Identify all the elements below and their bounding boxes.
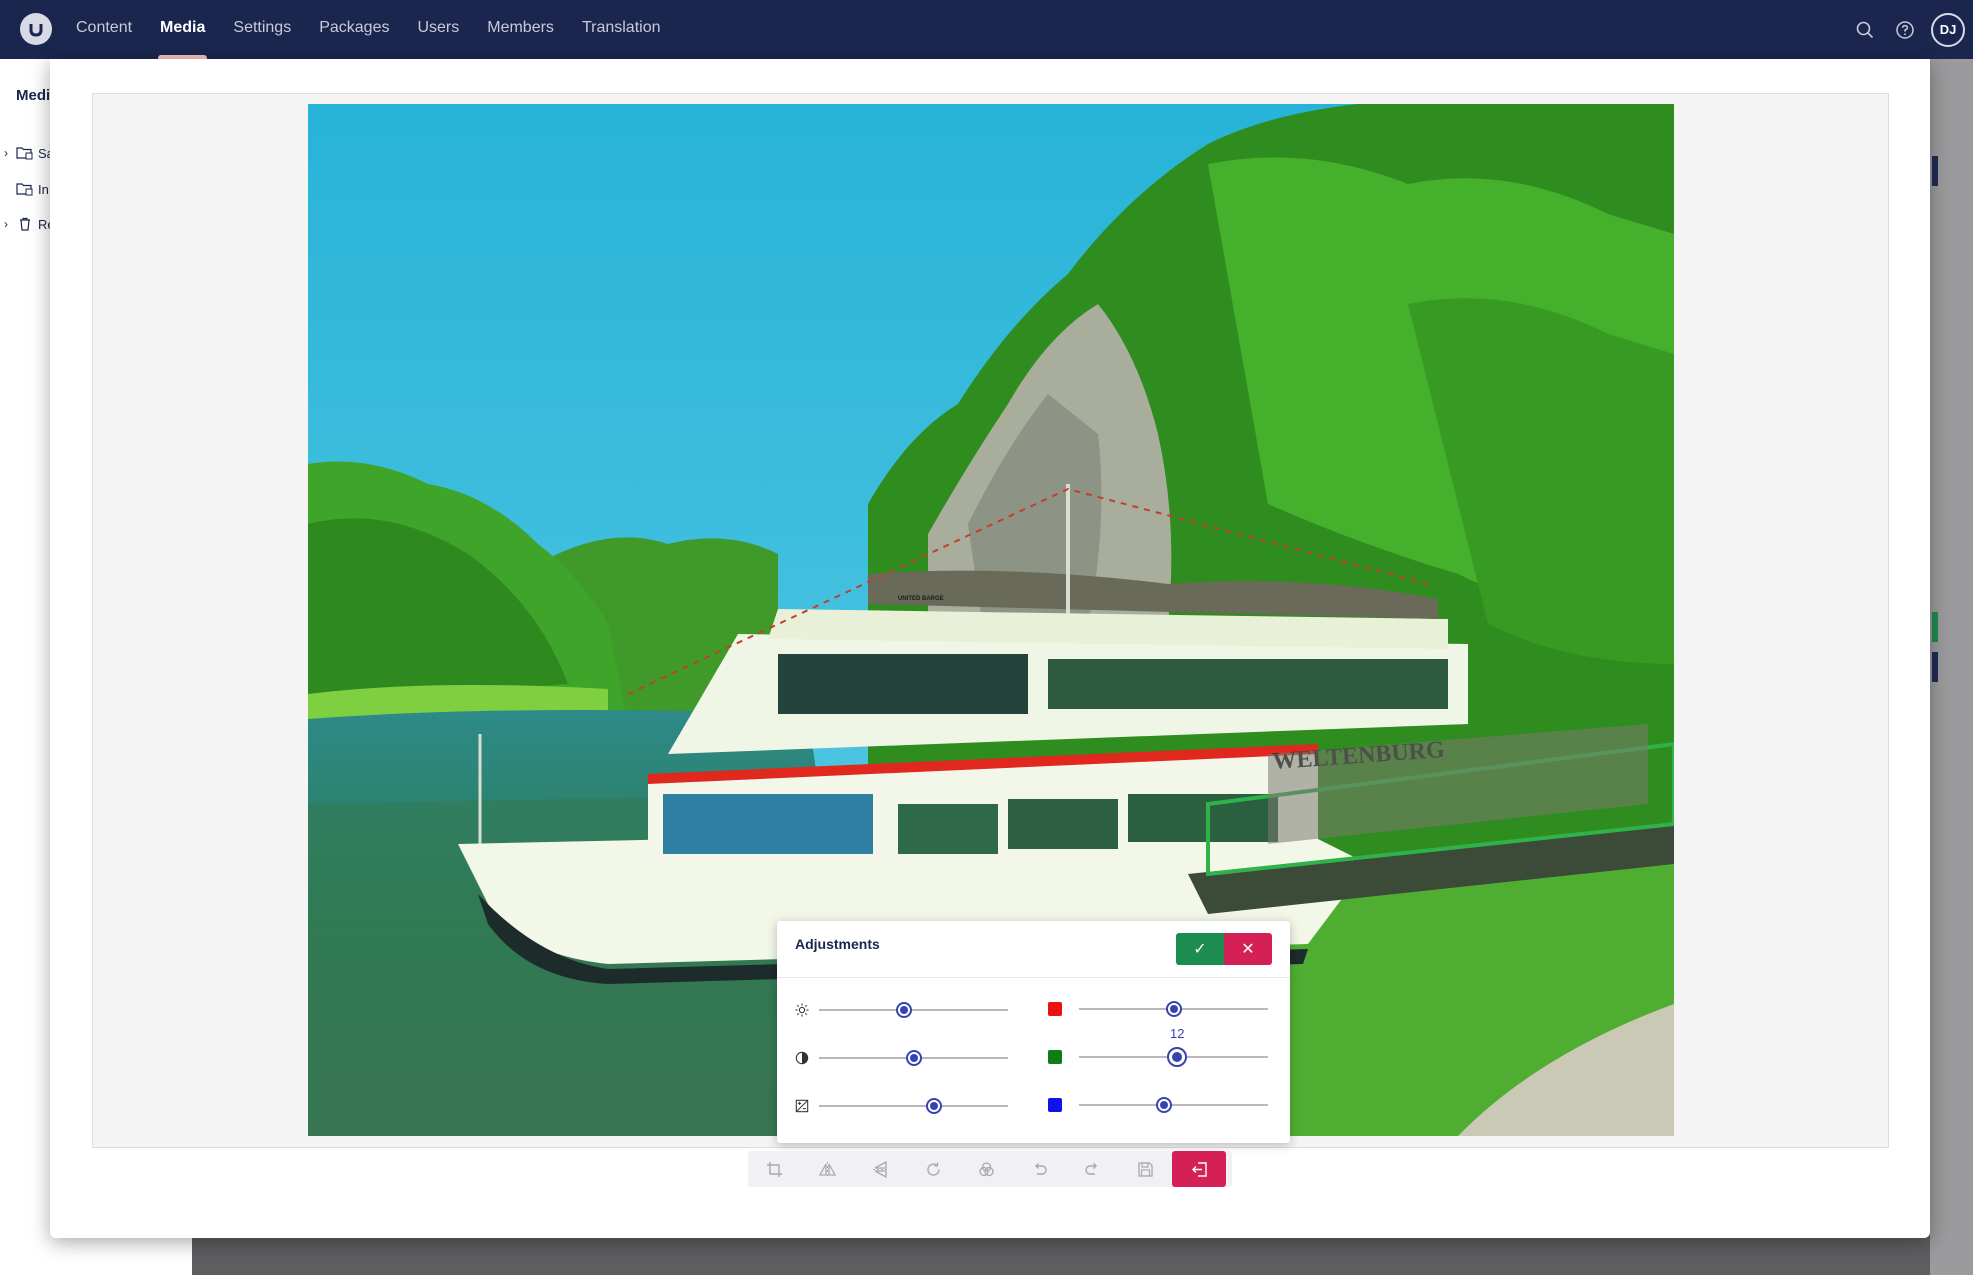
adjustments-panel: Adjustments ✓ ✕ 12 [777,921,1290,1143]
undo-icon [1035,1162,1047,1175]
exposure-slider[interactable] [819,1098,1008,1114]
redo-button[interactable] [1066,1151,1119,1187]
green-swatch [1048,1050,1062,1064]
sidebar-title: Medi [16,87,51,104]
crop-button[interactable] [748,1151,801,1187]
green-channel-slider[interactable]: 12 [1079,1026,1268,1067]
exposure-icon [794,1098,810,1114]
tree-item-recycle-bin[interactable]: › Re [4,216,55,232]
trash-icon [20,217,30,231]
background-button [1932,652,1938,682]
green-channel-slider-thumb[interactable] [1167,1047,1188,1067]
help-icon[interactable] [1885,10,1925,50]
brightness-slider-row [794,1002,1008,1018]
nav-media[interactable]: Media [146,0,219,59]
rotate-button[interactable] [907,1151,960,1187]
top-navigation-bar: Content Media Settings Packages Users Me… [0,0,1973,59]
nav-members[interactable]: Members [473,0,568,59]
boat-sign-text: UNITED BARGE [898,596,944,602]
exit-icon [1191,1161,1207,1177]
main-sections-nav: Content Media Settings Packages Users Me… [62,0,675,59]
red-channel-slider-thumb[interactable] [1165,1001,1182,1017]
flip-horizontal-icon [819,1161,836,1177]
green-channel-slider-row: 12 [1048,1026,1268,1067]
tree-item-folder[interactable]: In [4,181,49,197]
chevron-right-icon[interactable]: › [4,146,16,160]
media-folder-icon [16,147,33,160]
blue-swatch [1048,1098,1062,1112]
nav-users[interactable]: Users [403,0,473,59]
background-button [1932,156,1938,186]
check-icon: ✓ [1193,941,1207,958]
cancel-adjustments-button[interactable]: ✕ [1224,933,1272,965]
save-icon [1138,1161,1153,1177]
adjustments-title: Adjustments [795,936,880,952]
undo-button[interactable] [1013,1151,1066,1187]
rotate-icon [927,1162,940,1176]
blue-channel-slider-row [1048,1097,1268,1113]
flip-horizontal-button[interactable] [801,1151,854,1187]
background-button [1932,612,1938,642]
adjustments-button[interactable] [960,1151,1013,1187]
tree-item-folder[interactable]: › Sa [4,145,54,161]
contrast-icon [794,1050,810,1066]
apply-adjustments-button[interactable]: ✓ [1176,933,1224,965]
tree-item-label: In [38,181,49,197]
nav-content[interactable]: Content [62,0,146,59]
blue-channel-slider-thumb[interactable] [1156,1097,1173,1113]
umbraco-logo-icon[interactable] [20,13,52,45]
flip-vertical-icon [873,1160,888,1178]
user-avatar[interactable]: DJ [1931,12,1965,47]
search-icon[interactable] [1845,10,1885,50]
close-icon: ✕ [1241,941,1255,958]
top-right-actions: DJ [1845,0,1965,59]
flip-vertical-button[interactable] [854,1151,907,1187]
adjustments-actions: ✓ ✕ [1176,933,1272,965]
exposure-slider-thumb[interactable] [926,1098,943,1114]
redo-icon [1085,1162,1097,1175]
image-editor-toolbar [748,1151,1232,1187]
image-editor-modal: WELTENBURG UNITED BARGE Adjustments ✓ ✕ [50,59,1930,1238]
contrast-slider[interactable] [819,1050,1008,1066]
contrast-slider-thumb[interactable] [905,1050,922,1066]
exposure-slider-row [794,1098,1008,1114]
adjustments-icon [979,1161,994,1176]
red-channel-slider-row [1048,1001,1268,1017]
contrast-slider-row [794,1050,1008,1066]
crop-icon [767,1161,782,1177]
brightness-slider-thumb[interactable] [896,1002,913,1018]
save-button[interactable] [1119,1151,1172,1187]
green-channel-value: 12 [1170,1026,1185,1041]
nav-packages[interactable]: Packages [305,0,403,59]
red-channel-slider[interactable] [1079,1001,1268,1017]
nav-translation[interactable]: Translation [568,0,675,59]
nav-settings[interactable]: Settings [219,0,305,59]
brightness-icon [794,1002,810,1018]
media-folder-icon [16,183,33,196]
brightness-slider[interactable] [819,1002,1008,1018]
red-swatch [1048,1002,1062,1016]
chevron-right-icon[interactable]: › [4,217,16,231]
exit-editor-button[interactable] [1172,1151,1226,1187]
image-editor-canvas: WELTENBURG UNITED BARGE Adjustments ✓ ✕ [92,93,1889,1148]
adjustments-divider [777,977,1290,978]
blue-channel-slider[interactable] [1079,1097,1268,1113]
